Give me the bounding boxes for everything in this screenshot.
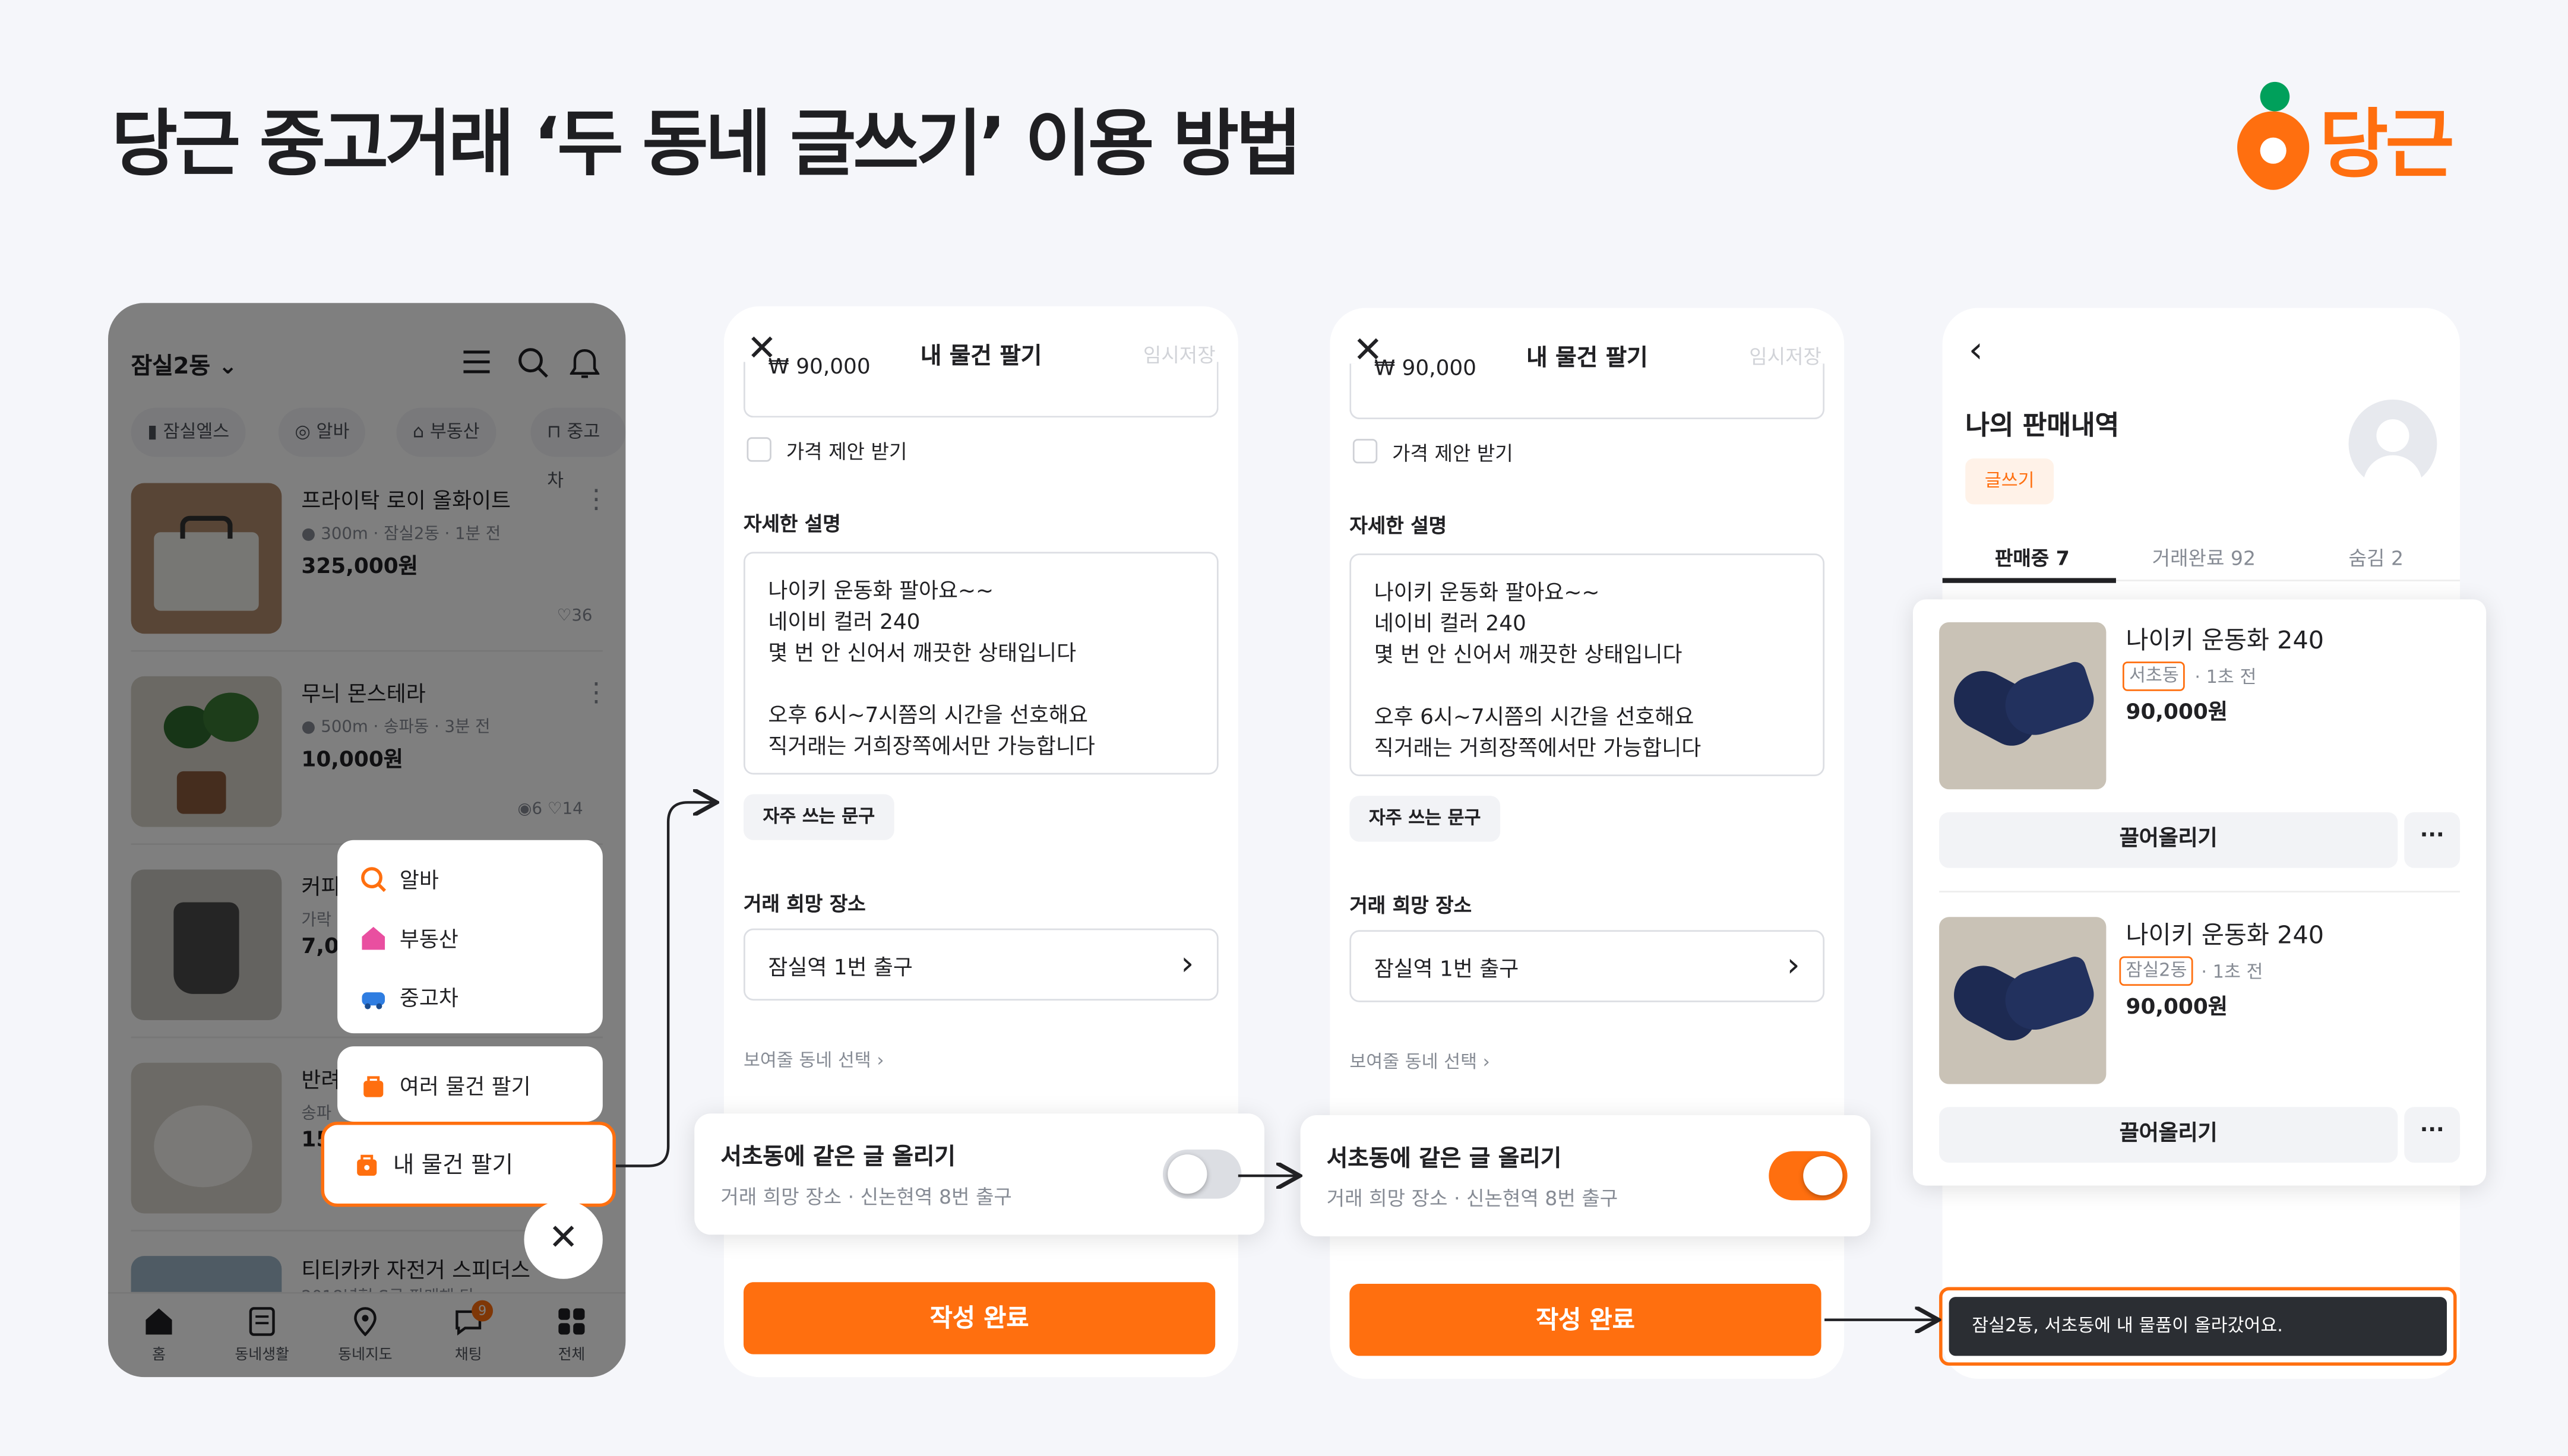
flow-arrows [615, 0, 2568, 1456]
arrow-icon [615, 802, 714, 1167]
